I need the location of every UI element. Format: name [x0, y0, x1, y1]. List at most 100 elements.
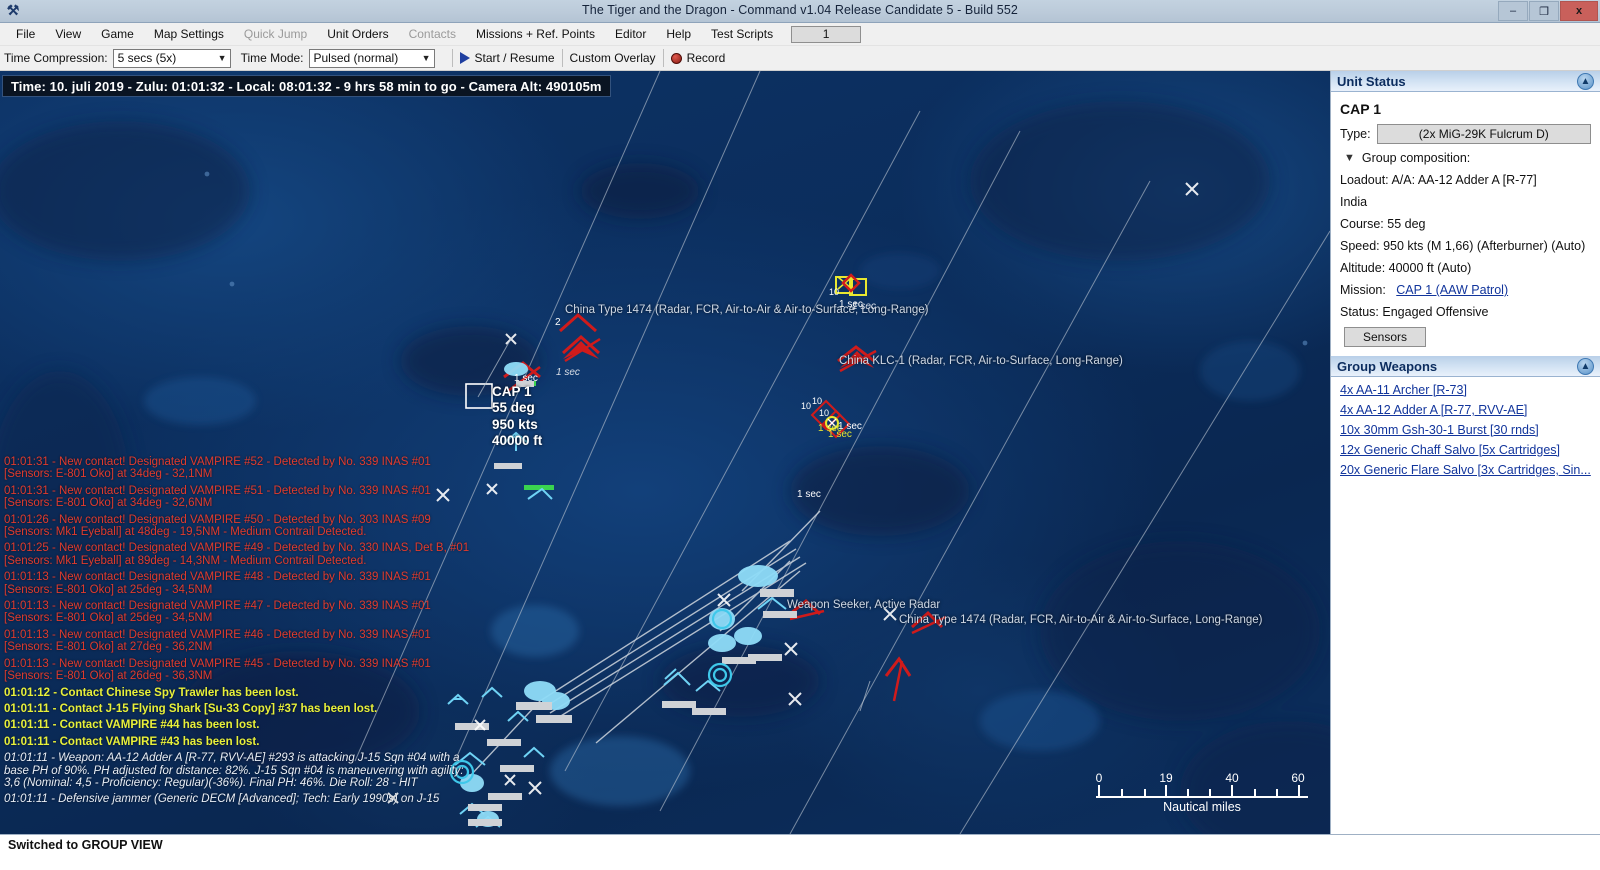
- chevron-up-icon[interactable]: ▲: [1577, 358, 1594, 375]
- map-tick-8: 10: [819, 408, 829, 418]
- log-entry: 01:01:31 - New contact! Designated VAMPI…: [4, 485, 474, 510]
- status-bar: Switched to GROUP VIEW: [0, 834, 1600, 870]
- unit-type-value[interactable]: (2x MiG-29K Fulcrum D): [1377, 124, 1591, 144]
- toolbar: Time Compression: 5 secs (5x) ▼ Time Mod…: [0, 46, 1600, 71]
- weapon-link[interactable]: 20x Generic Flare Salvo [3x Cartridges, …: [1340, 463, 1591, 477]
- chevron-down-icon: ▼: [218, 53, 227, 63]
- time-mode-select[interactable]: Pulsed (normal) ▼: [309, 49, 435, 68]
- menu-item-view[interactable]: View: [45, 25, 91, 43]
- unit-altitude: Altitude: 40000 ft (Auto): [1340, 261, 1591, 275]
- unit-status-title: Unit Status: [1337, 74, 1406, 89]
- map-tick-0: 2: [555, 317, 561, 328]
- window-title: The Tiger and the Dragon - Command v1.04…: [0, 3, 1600, 17]
- unit-country: India: [1340, 195, 1591, 209]
- log-entry: 01:01:11 - Contact VAMPIRE #44 has been …: [4, 719, 474, 731]
- menu-item-game[interactable]: Game: [91, 25, 144, 43]
- scale-line: [1096, 786, 1308, 798]
- map-tick-1: 1 sec: [514, 373, 538, 384]
- missile-trails: [470, 511, 820, 776]
- menu-item-map-settings[interactable]: Map Settings: [144, 25, 234, 43]
- menu-item-help[interactable]: Help: [656, 25, 701, 43]
- menu-item-editor[interactable]: Editor: [605, 25, 656, 43]
- unit-status-header[interactable]: Unit Status ▲: [1331, 71, 1600, 92]
- sensors-button[interactable]: Sensors: [1344, 327, 1426, 347]
- map-scale-bar: 0 19 40 60 Nautical miles: [1096, 771, 1308, 814]
- maximize-button[interactable]: ❐: [1529, 1, 1559, 21]
- unit-mission-link[interactable]: CAP 1 (AAW Patrol): [1396, 283, 1508, 297]
- weapon-link[interactable]: 10x 30mm Gsh-30-1 Burst [30 rnds]: [1340, 423, 1539, 437]
- map-tick-6: 10: [801, 401, 811, 411]
- unit-status-text: Status: Engaged Offensive: [1340, 305, 1591, 319]
- chevron-up-icon[interactable]: ▲: [1577, 73, 1594, 90]
- script-counter: 1: [791, 26, 861, 43]
- unit-speed: Speed: 950 kts (M 1,66) (Afterburner) (A…: [1340, 239, 1591, 253]
- weapon-item: 4x AA-11 Archer [R-73]: [1340, 383, 1591, 397]
- chevron-down-icon: ▼: [422, 53, 431, 63]
- friendly-surface-bar: [524, 485, 554, 490]
- toolbar-divider: [663, 49, 664, 67]
- status-bar-text: Switched to GROUP VIEW: [8, 838, 163, 852]
- window-controls: – ❐ x: [1498, 1, 1598, 21]
- log-entry: 01:01:11 - Defensive jammer (Generic DEC…: [4, 793, 474, 805]
- unit-type-label: Type:: [1340, 127, 1371, 141]
- weapon-item: 4x AA-12 Adder A [R-77, RVV-AE]: [1340, 403, 1591, 417]
- log-entry: 01:01:13 - New contact! Designated VAMPI…: [4, 600, 474, 625]
- menu-item-test-scripts[interactable]: Test Scripts: [701, 25, 783, 43]
- application-window: ⚒ The Tiger and the Dragon - Command v1.…: [0, 0, 1600, 870]
- scale-caption: Nautical miles: [1096, 800, 1308, 814]
- weapon-item: 10x 30mm Gsh-30-1 Burst [30 rnds]: [1340, 423, 1591, 437]
- title-bar: ⚒ The Tiger and the Dragon - Command v1.…: [0, 0, 1600, 23]
- start-resume-button[interactable]: Start / Resume: [460, 51, 555, 65]
- close-button[interactable]: x: [1560, 1, 1598, 21]
- map-tick-12: 1 sec: [797, 489, 821, 500]
- scale-numbers: 0 19 40 60: [1096, 771, 1308, 786]
- menu-item-file[interactable]: File: [6, 25, 45, 43]
- log-entry: 01:01:12 - Contact Chinese Spy Trawler h…: [4, 687, 474, 699]
- selected-unit-altitude: 40000 ft: [492, 433, 542, 449]
- map-canvas[interactable]: Time: 10. juli 2019 - Zulu: 01:01:32 - L…: [0, 71, 1330, 834]
- log-entry: 01:01:13 - New contact! Designated VAMPI…: [4, 629, 474, 654]
- time-mode-value: Pulsed (normal): [314, 51, 399, 65]
- log-entry: 01:01:13 - New contact! Designated VAMPI…: [4, 658, 474, 683]
- log-entry: 01:01:11 - Weapon: AA-12 Adder A [R-77, …: [4, 752, 474, 789]
- weapon-item: 20x Generic Flare Salvo [3x Cartridges, …: [1340, 463, 1591, 477]
- selected-unit-speed: 950 kts: [492, 417, 542, 433]
- map-tick-5: 10: [829, 287, 839, 297]
- group-weapons-header[interactable]: Group Weapons ▲: [1331, 356, 1600, 377]
- unit-status-body: CAP 1 Type: (2x MiG-29K Fulcrum D) ▼ Gro…: [1331, 92, 1600, 347]
- map-label-emitter-2: China KLC-1 (Radar, FCR, Air-to-Surface,…: [839, 355, 1123, 367]
- scale-number-1: 19: [1159, 771, 1172, 785]
- message-log[interactable]: 01:01:31 - New contact! Designated VAMPI…: [4, 456, 474, 810]
- weapon-link[interactable]: 4x AA-11 Archer [R-73]: [1340, 383, 1467, 397]
- selected-unit-name: CAP 1: [492, 384, 542, 400]
- time-compression-label: Time Compression:: [4, 51, 108, 65]
- selected-unit-datablock[interactable]: CAP 1 55 deg 950 kts 40000 ft: [492, 384, 542, 450]
- toolbar-divider: [452, 49, 453, 67]
- lost-contact-markers: [388, 183, 1198, 834]
- map-tick-7: 10: [812, 396, 822, 406]
- record-button[interactable]: Record: [671, 51, 726, 65]
- hostile-filled-chevron: [563, 341, 874, 368]
- time-compression-select[interactable]: 5 secs (5x) ▼: [113, 49, 231, 68]
- unit-loadout: Loadout: A/A: AA-12 Adder A [R-77]: [1340, 173, 1591, 187]
- log-entry: 01:01:25 - New contact! Designated VAMPI…: [4, 542, 474, 567]
- weapon-link[interactable]: 4x AA-12 Adder A [R-77, RVV-AE]: [1340, 403, 1527, 417]
- weapon-link[interactable]: 12x Generic Chaff Salvo [5x Cartridges]: [1340, 443, 1560, 457]
- custom-overlay-button[interactable]: Custom Overlay: [570, 51, 656, 65]
- toolbar-divider: [562, 49, 563, 67]
- friendly-air-symbols: [448, 433, 786, 827]
- log-entry: 01:01:26 - New contact! Designated VAMPI…: [4, 514, 474, 539]
- unit-type-row: Type: (2x MiG-29K Fulcrum D): [1340, 124, 1591, 144]
- menu-item-unit-orders[interactable]: Unit Orders: [317, 25, 398, 43]
- menu-item-missions-ref-points[interactable]: Missions + Ref. Points: [466, 25, 605, 43]
- unit-course: Course: 55 deg: [1340, 217, 1591, 231]
- scale-number-2: 40: [1225, 771, 1238, 785]
- map-label-weapon-seeker: Weapon Seeker, Active Radar: [787, 599, 940, 611]
- time-compression-value: 5 secs (5x): [118, 51, 177, 65]
- group-weapons-title: Group Weapons: [1337, 359, 1437, 374]
- group-composition-toggle[interactable]: ▼ Group composition:: [1344, 151, 1591, 165]
- log-entry: 01:01:11 - Contact J-15 Flying Shark [Su…: [4, 703, 474, 715]
- minimize-button[interactable]: –: [1498, 1, 1528, 21]
- menu-bar: File View Game Map Settings Quick Jump U…: [0, 23, 1600, 46]
- unknown-contact-upper: [836, 275, 866, 295]
